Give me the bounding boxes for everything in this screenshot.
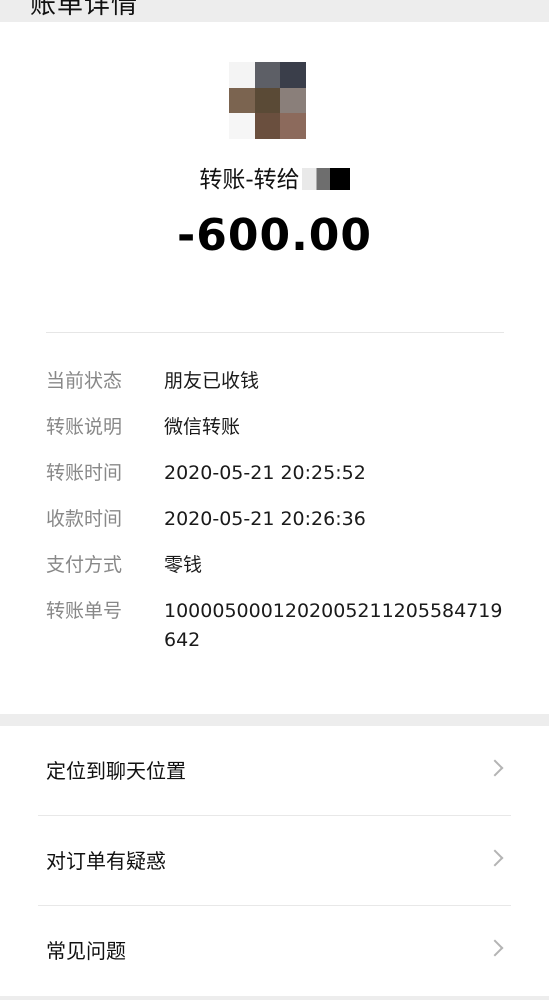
detail-label: 转账说明 bbox=[46, 416, 123, 438]
action-menu: 定位到聊天位置 对订单有疑惑 常见问题 bbox=[0, 726, 549, 996]
menu-item-label: 常见问题 bbox=[46, 939, 126, 963]
detail-row: 转账时间 2020-05-21 20:25:52 bbox=[46, 459, 516, 488]
detail-value: 微信转账 bbox=[164, 416, 241, 438]
detail-value: 零钱 bbox=[164, 554, 203, 576]
menu-item-label: 定位到聊天位置 bbox=[46, 759, 186, 783]
detail-row: 支付方式 零钱 bbox=[46, 551, 516, 580]
row-gap bbox=[46, 534, 516, 551]
chevron-right-icon bbox=[486, 849, 504, 867]
detail-value: 朋友已收钱 bbox=[164, 370, 260, 392]
transfer-title-text: 转账-转给 bbox=[199, 167, 300, 193]
detail-value: 2020-05-21 20:26:36 bbox=[164, 508, 366, 530]
avatar[interactable] bbox=[229, 62, 306, 139]
divider bbox=[46, 332, 504, 333]
detail-row: 当前状态 朋友已收钱 bbox=[46, 367, 516, 396]
row-gap bbox=[46, 488, 516, 505]
transfer-amount: -600.00 bbox=[176, 210, 373, 261]
chevron-right-icon bbox=[486, 759, 504, 777]
detail-row: 收款时间 2020-05-21 20:26:36 bbox=[46, 505, 516, 534]
chevron-right-icon bbox=[486, 939, 504, 957]
recipient-name-redacted bbox=[301, 168, 350, 190]
menu-item[interactable]: 定位到聊天位置 bbox=[0, 726, 549, 816]
detail-label: 当前状态 bbox=[46, 370, 123, 392]
detail-row: 转账说明 微信转账 bbox=[46, 413, 516, 442]
detail-label: 转账单号 bbox=[46, 600, 123, 622]
detail-label: 转账时间 bbox=[46, 462, 123, 484]
transfer-title: 转账-转给 bbox=[0, 160, 549, 194]
menu-item[interactable]: 对订单有疑惑 bbox=[0, 816, 549, 906]
page-title: 账单详情 bbox=[30, 0, 139, 20]
detail-value: 1000050001202005211205584719642 bbox=[164, 600, 503, 651]
detail-label: 收款时间 bbox=[46, 508, 123, 530]
top-bar: 账单详情 bbox=[0, 0, 549, 22]
menu-item-label: 对订单有疑惑 bbox=[46, 849, 166, 873]
detail-label: 支付方式 bbox=[46, 554, 123, 576]
detail-row: 转账单号 1000050001202005211205584719642 bbox=[46, 597, 516, 655]
menu-item[interactable]: 常见问题 bbox=[0, 906, 549, 996]
transfer-details: 当前状态 朋友已收钱转账说明 微信转账转账时间 2020-05-21 20:25:52… bbox=[46, 367, 516, 655]
row-gap bbox=[46, 442, 516, 459]
detail-value: 2020-05-21 20:25:52 bbox=[164, 462, 366, 484]
bill-detail-card: 转账-转给 -600.00 当前状态 朋友已收钱转账说明 微信转账转账时间 2020-… bbox=[0, 22, 549, 714]
row-gap bbox=[46, 396, 516, 413]
row-gap bbox=[46, 580, 516, 597]
